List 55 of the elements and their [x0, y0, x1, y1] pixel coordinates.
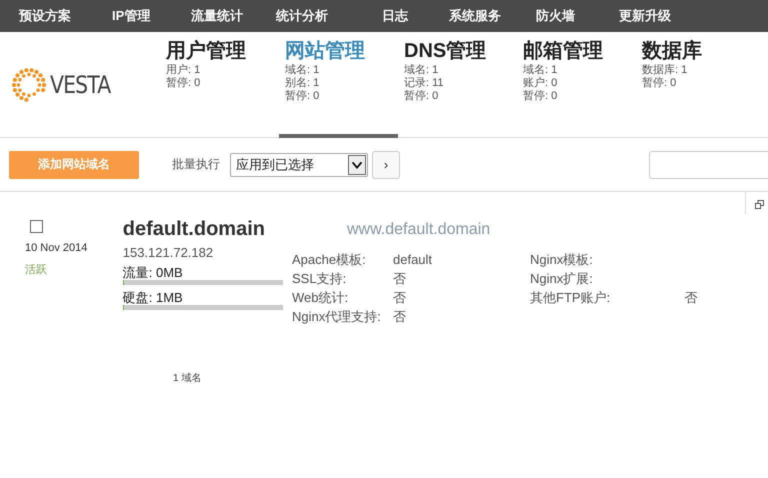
detail-label: Apache模板:: [292, 252, 366, 268]
domain-status: 活跃: [25, 263, 47, 277]
caret-icon: [348, 154, 366, 174]
row-checkbox[interactable]: [30, 220, 43, 233]
menu-item[interactable]: 预设方案: [19, 7, 112, 25]
section-tab[interactable]: DNS管理 域名: 1 记录: 11 暂停: 0: [398, 32, 517, 138]
section-stat: 域名: 1: [523, 64, 558, 76]
section-tab[interactable]: 网站管理 域名: 1 别名: 1 暂停: 0: [279, 32, 398, 138]
menu-item[interactable]: 系统服务: [449, 7, 536, 25]
domain-count: 1 域名: [173, 373, 202, 384]
menu-item[interactable]: 日志: [382, 7, 449, 25]
menu-item[interactable]: IP管理: [112, 7, 191, 25]
menu-item[interactable]: 防火墙: [536, 7, 619, 25]
section-stat: 暂停: 0: [523, 90, 558, 103]
detail-label: Web统计:: [292, 290, 348, 306]
section-tab[interactable]: 数据库 数据库: 1 暂停: 0: [636, 32, 755, 138]
detail-value: 否: [393, 290, 406, 306]
menu-item[interactable]: 更新升级: [619, 7, 699, 25]
logo-icon: [12, 68, 46, 102]
detail-value: 否: [393, 309, 406, 325]
search-field[interactable]: [649, 150, 768, 178]
usage-label: 硬盘: 1MB: [122, 291, 183, 305]
section-stat: 数据库: 1: [642, 64, 688, 77]
section-stat: 记录: 11: [404, 77, 444, 90]
menu-item[interactable]: 流量统计: [191, 7, 276, 25]
section-stat: 域名: 1: [404, 64, 438, 77]
detail-label: Nginx模板:: [530, 252, 593, 268]
section-stat: 暂停: 0: [642, 77, 676, 90]
section-tab[interactable]: 用户管理 用户: 1 暂停: 0: [160, 32, 279, 138]
detail-label: Nginx扩展:: [530, 271, 593, 287]
menu-item[interactable]: 统计分析: [276, 7, 382, 25]
usage-label: 流量: 0MB: [122, 266, 183, 280]
logo-text: VESTA: [50, 70, 110, 98]
popout-icon[interactable]: [755, 200, 764, 209]
domain-ip: 153.121.72.182: [122, 245, 214, 260]
section-stat: 暂停: 0: [404, 90, 438, 103]
section-stat: 暂停: 0: [285, 90, 320, 103]
section-tab[interactable]: 邮箱管理 域名: 1 账户: 0 暂停: 0: [517, 32, 636, 138]
apply-button[interactable]: ›: [372, 150, 400, 178]
section-stat: 账户: 0: [523, 77, 558, 90]
section-stat: 暂停: 0: [166, 77, 200, 90]
domain-alias: www.default.domain: [347, 221, 490, 239]
detail-value: 否: [393, 271, 406, 287]
domain-name: default.domain: [122, 218, 265, 240]
domain-date: 10 Nov 2014: [25, 242, 88, 254]
detail-label: Nginx代理支持:: [292, 309, 381, 325]
detail-value: default: [393, 252, 432, 268]
section-stat: 用户: 1: [166, 64, 200, 77]
section-stat: 别名: 1: [285, 77, 320, 90]
section-stat: 域名: 1: [285, 64, 320, 77]
detail-label: SSL支持:: [292, 271, 346, 287]
bulk-select[interactable]: 应用到已选择: [230, 152, 368, 176]
detail-value: 否: [684, 290, 698, 306]
bulk-label: 批量执行: [172, 156, 220, 173]
detail-label: 其他FTP账户:: [530, 290, 610, 306]
